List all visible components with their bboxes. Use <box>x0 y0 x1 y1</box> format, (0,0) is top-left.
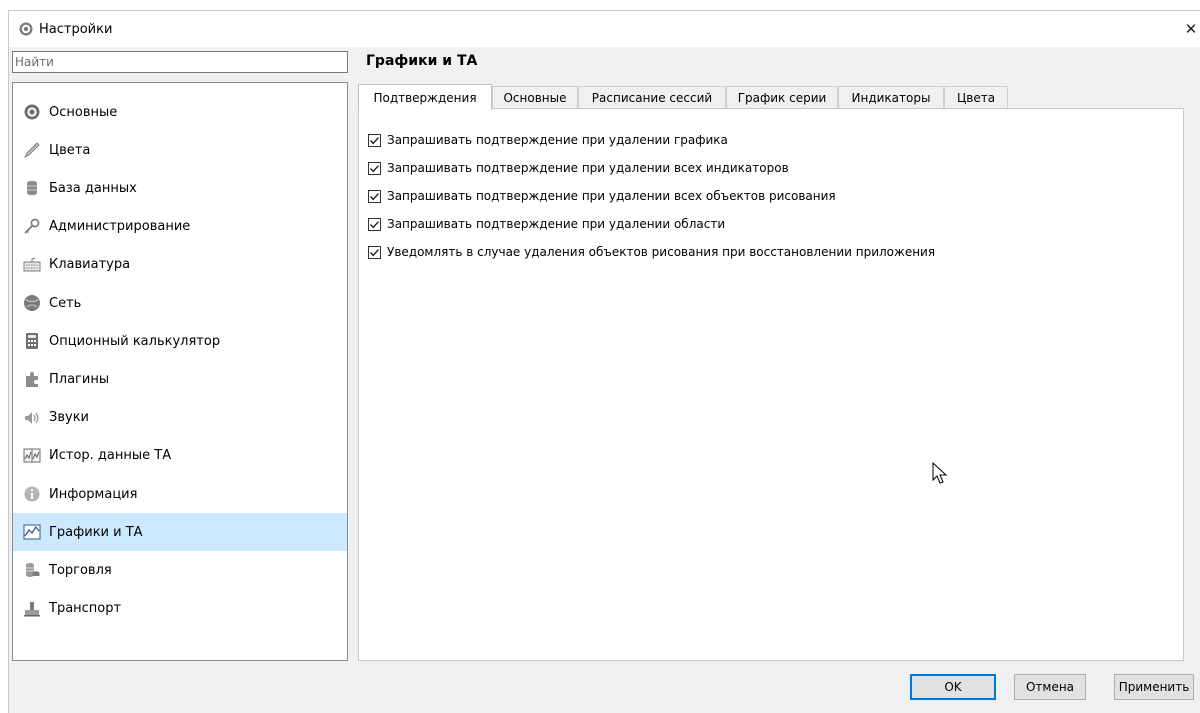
ok-button[interactable]: OK <box>910 674 996 700</box>
title-bar: Настройки ✕ <box>9 11 1200 47</box>
sidebar-item-label: Основные <box>49 104 118 120</box>
sidebar-item[interactable]: Звуки <box>13 399 347 437</box>
section-title: Графики и ТА <box>366 53 478 69</box>
sidebar-item[interactable]: Клавиатура <box>13 246 347 284</box>
checkbox[interactable] <box>368 245 381 259</box>
checkmark-icon <box>370 220 379 228</box>
checkbox[interactable] <box>368 217 381 231</box>
puzzle-icon <box>23 370 41 388</box>
speaker-icon <box>23 409 41 427</box>
confirmation-checkbox-row[interactable]: Запрашивать подтверждение при удалении в… <box>368 158 789 178</box>
checkmark-icon <box>370 192 379 200</box>
calculator-icon <box>23 332 41 350</box>
confirmation-checkbox-row[interactable]: Запрашивать подтверждение при удалении г… <box>368 130 728 150</box>
search-input[interactable] <box>12 51 348 73</box>
checkbox[interactable] <box>368 189 381 203</box>
tab[interactable]: Индикаторы <box>838 86 944 109</box>
sidebar-item[interactable]: Транспорт <box>13 590 347 628</box>
brush-icon <box>23 141 41 159</box>
sidebar-item[interactable]: Администрирование <box>13 208 347 246</box>
sidebar-item[interactable]: Плагины <box>13 360 347 398</box>
checkbox-label: Запрашивать подтверждение при удалении в… <box>387 189 836 203</box>
info-icon <box>23 485 41 503</box>
history-chart-icon <box>23 447 41 465</box>
tab-panel-confirmations: Запрашивать подтверждение при удалении г… <box>358 108 1184 661</box>
close-button[interactable]: ✕ <box>1182 11 1200 47</box>
sidebar-item-label: Администрирование <box>49 219 191 235</box>
sidebar-item-label: Информация <box>49 486 138 502</box>
sidebar-item[interactable]: База данных <box>13 169 347 207</box>
apply-button[interactable]: Применить <box>1114 674 1194 700</box>
checkmark-icon <box>370 248 379 256</box>
coins-icon <box>23 561 41 579</box>
sidebar-item-label: Транспорт <box>49 601 122 617</box>
mouse-cursor-icon <box>932 462 948 484</box>
checkbox[interactable] <box>368 133 381 147</box>
transport-icon <box>23 600 41 618</box>
sidebar-item-label: Сеть <box>49 295 82 311</box>
checkbox-label: Уведомлять в случае удаления объектов ри… <box>387 245 936 259</box>
sidebar-item-label: Графики и ТА <box>49 524 143 540</box>
checkbox[interactable] <box>368 161 381 175</box>
chart-icon <box>23 523 41 541</box>
sidebar-item[interactable]: Информация <box>13 475 347 513</box>
sidebar-item-label: Торговля <box>49 562 112 578</box>
sidebar-item-label: Истор. данные ТА <box>49 448 172 464</box>
settings-category-list: Основные Цвета База данных Администрировани… <box>12 82 348 661</box>
window-title: Настройки <box>39 21 113 37</box>
checkbox-label: Запрашивать подтверждение при удалении в… <box>387 161 789 175</box>
sidebar-item[interactable]: Торговля <box>13 551 347 589</box>
checkbox-label: Запрашивать подтверждение при удалении о… <box>387 217 726 231</box>
cancel-button[interactable]: Отмена <box>1014 674 1086 700</box>
database-icon <box>23 179 41 197</box>
tab[interactable]: Расписание сессий <box>578 86 726 109</box>
sidebar-item[interactable]: Графики и ТА <box>13 513 347 552</box>
tab[interactable]: Основные <box>492 86 578 109</box>
sidebar-item-label: Плагины <box>49 371 110 387</box>
checkmark-icon <box>370 164 379 172</box>
network-icon <box>23 294 41 312</box>
sidebar-item[interactable]: Опционный калькулятор <box>13 322 347 360</box>
sidebar-item-label: Клавиатура <box>49 257 131 273</box>
confirmation-checkbox-row[interactable]: Уведомлять в случае удаления объектов ри… <box>368 242 935 262</box>
sidebar-item-label: Цвета <box>49 142 91 158</box>
key-icon <box>23 218 41 236</box>
sidebar-item-label: Звуки <box>49 410 89 426</box>
sidebar-item[interactable]: Истор. данные ТА <box>13 437 347 475</box>
keyboard-icon <box>23 256 41 274</box>
sidebar-item[interactable]: Цвета <box>13 131 347 169</box>
sidebar-item-label: База данных <box>49 180 137 196</box>
gear-icon <box>23 103 41 121</box>
sidebar-item-label: Опционный калькулятор <box>49 333 221 349</box>
tab[interactable]: Подтверждения <box>358 84 492 110</box>
gear-icon <box>18 21 34 37</box>
tab[interactable]: Цвета <box>944 86 1008 109</box>
sidebar-item[interactable]: Основные <box>13 93 347 131</box>
confirmation-checkbox-row[interactable]: Запрашивать подтверждение при удалении в… <box>368 186 836 206</box>
sidebar-item[interactable]: Сеть <box>13 284 347 322</box>
checkbox-label: Запрашивать подтверждение при удалении г… <box>387 133 728 147</box>
background-strip <box>0 0 1200 10</box>
confirmation-checkbox-row[interactable]: Запрашивать подтверждение при удалении о… <box>368 214 725 234</box>
checkmark-icon <box>370 136 379 144</box>
tab[interactable]: График серии <box>726 86 838 109</box>
